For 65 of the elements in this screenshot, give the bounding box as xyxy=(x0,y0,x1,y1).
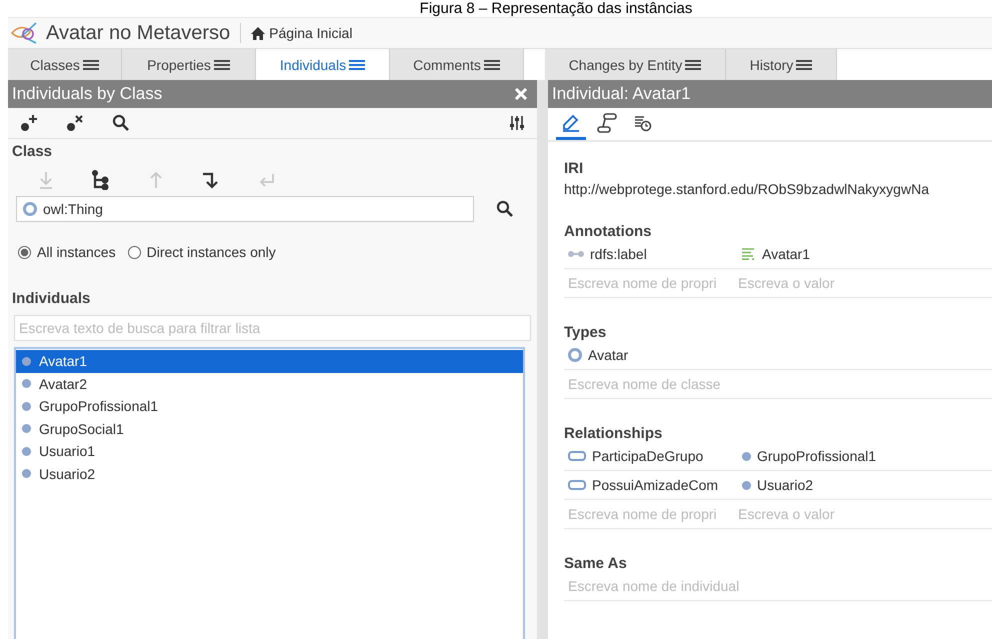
value-field[interactable]: Escreva o valor xyxy=(738,502,938,526)
history-icon xyxy=(634,114,652,132)
figure-caption: Figura 8 – Representação das instâncias xyxy=(418,0,694,17)
menu-icon[interactable] xyxy=(796,58,812,70)
property-field[interactable]: Escreva nome de propri xyxy=(564,271,738,295)
search-icon[interactable] xyxy=(112,114,130,132)
value-text: GrupoProfissional1 xyxy=(757,448,876,464)
iri-text: http://webprotege.stanford.edu/RObS9bzadwlNakyxygwNa xyxy=(564,181,930,197)
hierarchy-icon[interactable] xyxy=(92,170,110,190)
panel-title: Individuals by Class xyxy=(12,84,162,104)
property-name: ParticipaDeGrupo xyxy=(592,448,704,464)
class-field[interactable]: Escreva nome de classe xyxy=(564,372,964,396)
menu-icon[interactable] xyxy=(82,58,99,70)
class-field[interactable]: owl:Thing xyxy=(16,196,474,222)
tab[interactable]: Classes xyxy=(8,49,122,80)
menu-icon[interactable] xyxy=(214,58,230,70)
menu-icon[interactable] xyxy=(685,58,702,70)
property-field[interactable]: Escreva nome de propri xyxy=(564,502,738,526)
add-individual-icon[interactable] xyxy=(20,114,40,132)
panel-title: Individual: Avatar1 xyxy=(552,84,691,104)
home-link[interactable]: Página Inicial xyxy=(251,25,352,41)
tab[interactable]: Comments xyxy=(390,49,524,80)
radio-option[interactable]: All instances xyxy=(18,244,116,260)
section-heading: Same As xyxy=(564,555,628,572)
section-heading: Annotations xyxy=(564,223,652,240)
section-heading: Class xyxy=(12,143,54,160)
value-text: Avatar1 xyxy=(762,246,810,262)
tab[interactable]: Properties xyxy=(122,49,256,80)
list-item[interactable]: Avatar1 xyxy=(16,350,523,372)
radio-option[interactable]: Direct instances only xyxy=(128,244,276,260)
home-icon xyxy=(251,26,266,40)
tab[interactable]: History xyxy=(726,49,837,80)
object-property-icon xyxy=(568,451,586,461)
property-name: PossuiAmizadeCom xyxy=(592,477,718,493)
class-icon xyxy=(568,348,582,362)
class-name: Avatar xyxy=(588,347,628,363)
turn-down-arrow-icon[interactable] xyxy=(202,171,220,189)
settings-sliders-icon[interactable] xyxy=(509,115,525,131)
individual-icon xyxy=(742,452,751,460)
close-icon[interactable] xyxy=(515,88,527,100)
individual-field[interactable]: Escreva nome de individual xyxy=(564,574,964,598)
value-text: Usuario2 xyxy=(757,477,814,493)
text-lines-icon xyxy=(742,248,756,260)
property-name: rdfs:label xyxy=(590,246,647,262)
list-item[interactable]: GrupoProfissional1 xyxy=(16,395,523,418)
value-field[interactable]: Escreva o valor xyxy=(738,271,938,295)
section-heading: Types xyxy=(564,324,608,341)
graph-icon xyxy=(596,112,618,132)
object-property-icon xyxy=(568,480,586,490)
section-heading: Individuals xyxy=(12,290,92,307)
filter-field[interactable]: Escreva texto de busca para filtrar lista xyxy=(14,315,531,341)
list-item[interactable]: Usuario2 xyxy=(16,462,523,485)
list-item[interactable]: Usuario1 xyxy=(16,440,523,462)
search-icon[interactable] xyxy=(496,200,514,218)
individual-icon xyxy=(742,480,751,490)
menu-icon[interactable] xyxy=(349,58,366,70)
list-item[interactable]: GrupoSocial1 xyxy=(16,418,523,440)
annotation-property-icon xyxy=(568,250,584,258)
section-heading: Relationships xyxy=(564,425,664,442)
project-title: Avatar no Metaverso xyxy=(46,22,230,44)
section-heading: IRI xyxy=(564,160,584,177)
pencil-icon xyxy=(561,114,581,132)
list-item[interactable]: Avatar2 xyxy=(16,372,523,395)
tab[interactable]: Changes by Entity xyxy=(545,49,726,80)
menu-icon[interactable] xyxy=(484,58,500,70)
